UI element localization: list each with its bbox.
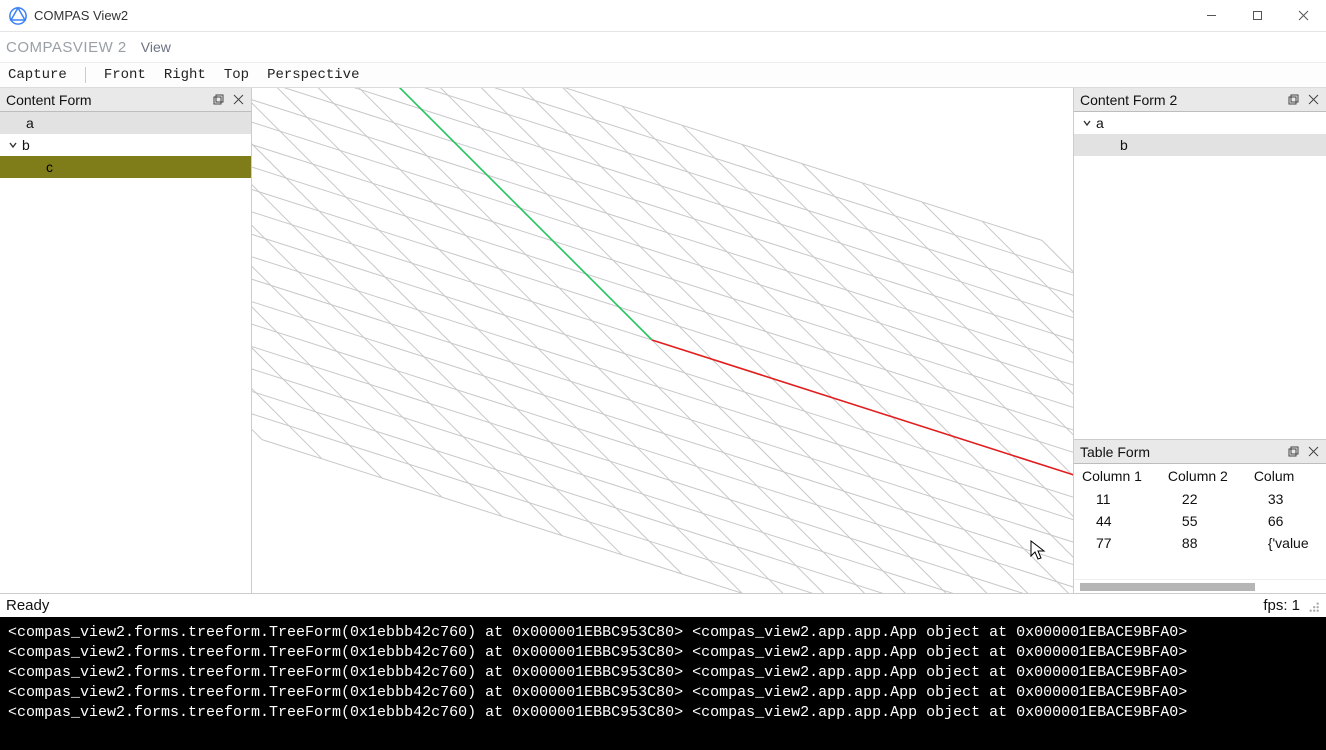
table-cell: 88 — [1160, 532, 1246, 554]
close-button[interactable] — [1280, 0, 1326, 32]
close-panel-icon[interactable] — [229, 91, 247, 109]
tree-item[interactable]: b — [1074, 134, 1326, 156]
maximize-button[interactable] — [1234, 0, 1280, 32]
workspace: Content Form abc Content Form 2 ab Table… — [0, 88, 1326, 593]
viewport-3d[interactable] — [252, 88, 1073, 593]
table-row[interactable]: 445566 — [1074, 510, 1326, 532]
tree-item-label: c — [46, 159, 53, 175]
close-panel-icon[interactable] — [1304, 443, 1322, 461]
status-ready: Ready — [6, 597, 1263, 614]
status-bar: Ready fps: 1 — [0, 593, 1326, 617]
cursor-icon — [1030, 540, 1046, 562]
content-form-tree[interactable]: abc — [0, 112, 251, 593]
toolbar-separator — [85, 67, 86, 83]
tree-item[interactable]: a — [0, 112, 251, 134]
resize-grip-icon[interactable] — [1306, 599, 1320, 613]
undock-icon[interactable] — [209, 91, 227, 109]
titlebar: COMPAS View2 — [0, 0, 1326, 32]
table-header[interactable]: Column 1 — [1074, 464, 1160, 488]
tree-item-label: b — [22, 137, 30, 153]
minimize-button[interactable] — [1188, 0, 1234, 32]
tree-item[interactable]: a — [1074, 112, 1326, 134]
table-cell: 33 — [1246, 488, 1326, 510]
toolbar: Capture Front Right Top Perspective — [0, 62, 1326, 88]
panel-title: Content Form — [6, 92, 207, 108]
app-icon — [8, 6, 28, 26]
menu-view[interactable]: View — [141, 39, 171, 55]
left-dock: Content Form abc — [0, 88, 252, 593]
app-header: COMPASVIEW 2 View — [0, 32, 1326, 62]
table-header[interactable]: Colum — [1246, 464, 1326, 488]
tree-item[interactable]: b — [0, 134, 251, 156]
table-row[interactable]: 112233 — [1074, 488, 1326, 510]
tree-item-label: a — [26, 115, 34, 131]
tool-right[interactable]: Right — [164, 67, 206, 83]
table-cell: {'value — [1246, 532, 1326, 554]
undock-icon[interactable] — [1284, 443, 1302, 461]
table-h-scrollbar[interactable] — [1074, 579, 1326, 593]
panel-title: Content Form 2 — [1080, 92, 1282, 108]
table-cell: 55 — [1160, 510, 1246, 532]
tool-front[interactable]: Front — [104, 67, 146, 83]
table-cell: 22 — [1160, 488, 1246, 510]
panel-title: Table Form — [1080, 444, 1282, 460]
content-form-2-tree[interactable]: ab — [1074, 112, 1326, 439]
console-output: <compas_view2.forms.treeform.TreeForm(0x… — [0, 617, 1326, 750]
table-cell: 66 — [1246, 510, 1326, 532]
table-form-table[interactable]: Column 1Column 2Colum1122334455667788{'v… — [1074, 464, 1326, 579]
tree-item-label: a — [1096, 115, 1104, 131]
tool-perspective[interactable]: Perspective — [267, 67, 359, 83]
table-header[interactable]: Column 2 — [1160, 464, 1246, 488]
chevron-down-icon[interactable] — [1080, 118, 1094, 128]
tree-item-label: b — [1120, 137, 1128, 153]
status-fps: fps: 1 — [1263, 597, 1300, 614]
table-row[interactable]: 7788{'value — [1074, 532, 1326, 554]
right-dock: Content Form 2 ab Table Form Column 1Col… — [1073, 88, 1326, 593]
tool-top[interactable]: Top — [224, 67, 249, 83]
table-cell: 77 — [1074, 532, 1160, 554]
brand-label: COMPASVIEW 2 — [6, 39, 127, 56]
table-cell: 11 — [1074, 488, 1160, 510]
panel-head-content-form: Content Form — [0, 88, 251, 112]
tool-capture[interactable]: Capture — [8, 67, 67, 83]
panel-head-content-form-2: Content Form 2 — [1074, 88, 1326, 112]
grid-canvas — [252, 88, 1073, 593]
chevron-down-icon[interactable] — [6, 140, 20, 150]
undock-icon[interactable] — [1284, 91, 1302, 109]
window-title: COMPAS View2 — [34, 8, 1188, 23]
panel-head-table-form: Table Form — [1074, 440, 1326, 464]
table-cell: 44 — [1074, 510, 1160, 532]
close-panel-icon[interactable] — [1304, 91, 1322, 109]
tree-item[interactable]: c — [0, 156, 251, 178]
